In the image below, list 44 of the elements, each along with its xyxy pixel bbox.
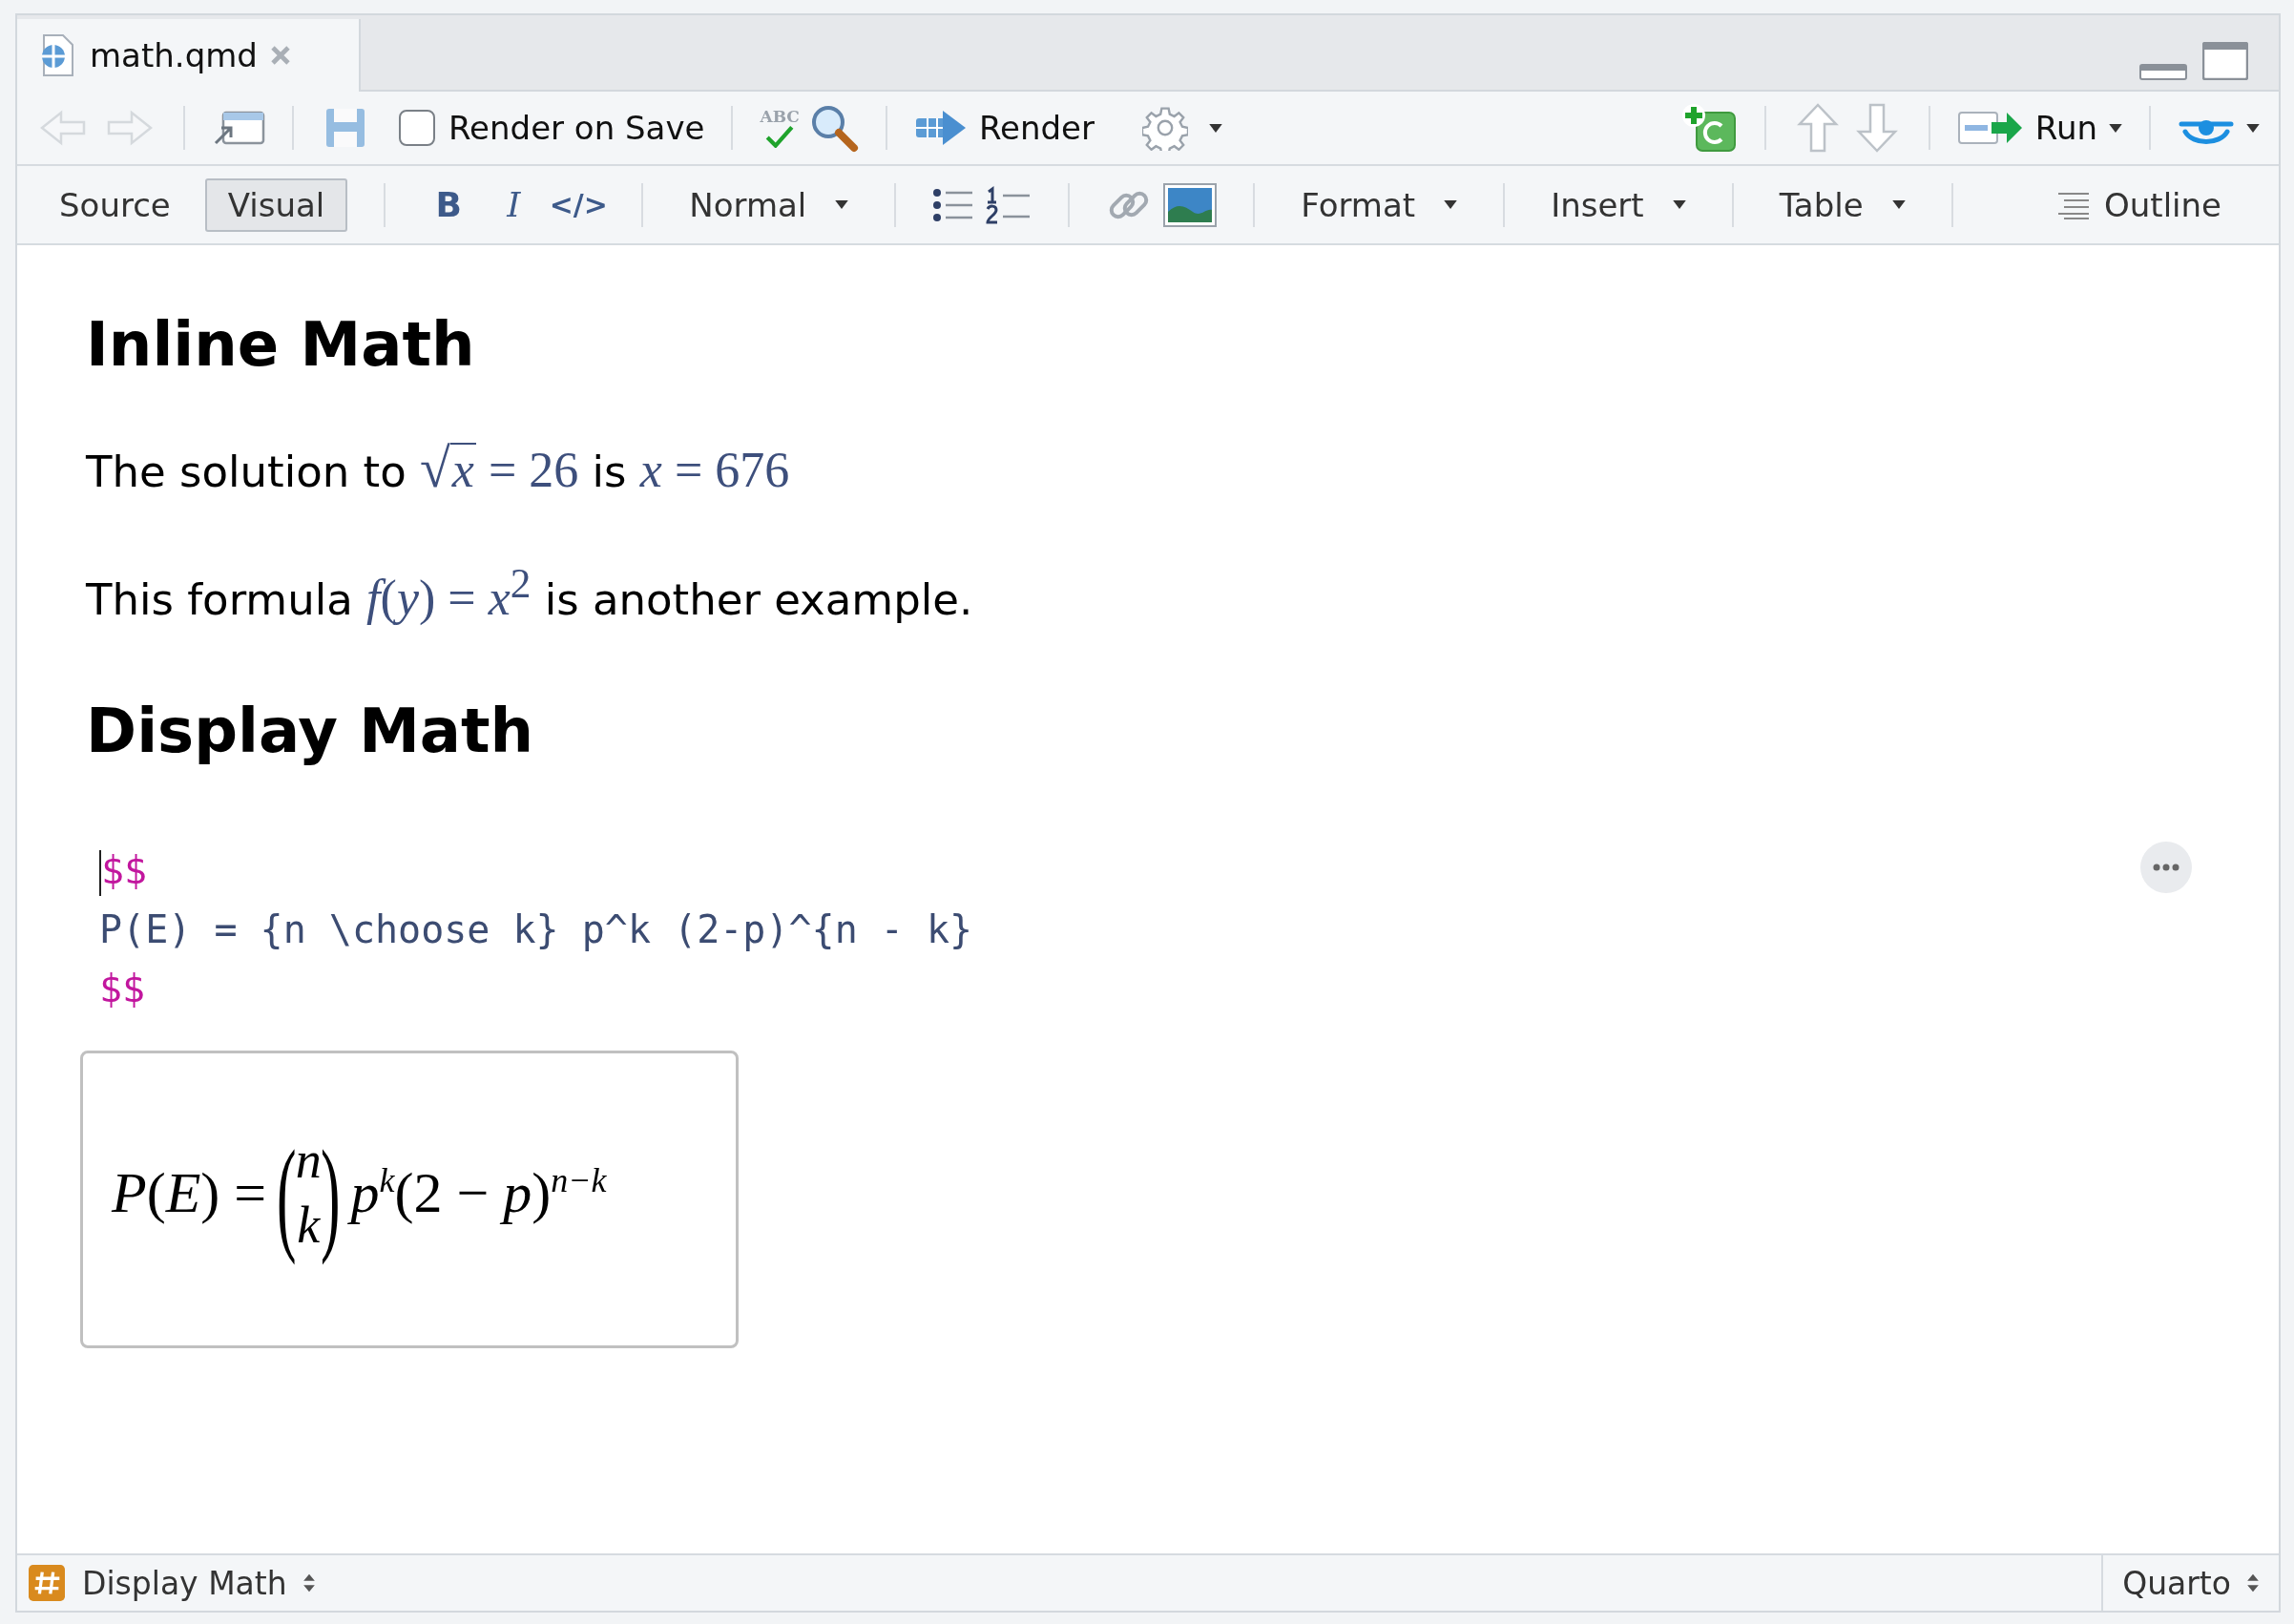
run-button[interactable]: Run — [1956, 109, 2122, 147]
section-heading: Inline Math — [86, 308, 476, 382]
block-style-dropdown[interactable]: Normal — [679, 185, 859, 224]
maximize-icon[interactable] — [2202, 42, 2248, 80]
menu-dropdown[interactable]: Insert — [1541, 185, 1696, 224]
caret-icon — [835, 200, 849, 209]
arrow-icon — [1956, 109, 2024, 147]
section-heading: Display Math — [86, 695, 535, 768]
code-button[interactable]: </> — [552, 188, 606, 221]
numbered-list-icon[interactable] — [986, 185, 1032, 224]
file-tab[interactable]: math.qmd — [17, 19, 361, 92]
image-icon[interactable] — [1163, 182, 1218, 227]
bold-button[interactable]: B — [422, 185, 476, 224]
caret-icon — [1891, 200, 1906, 209]
bullet-list-icon[interactable] — [932, 187, 975, 222]
close-icon[interactable] — [270, 46, 290, 65]
italic-button[interactable]: I — [487, 185, 541, 224]
more-icon[interactable] — [2139, 840, 2193, 894]
caret-icon — [2246, 123, 2260, 133]
paragraph: This formula f(y) = x$^{2}$ is another example. — [86, 559, 974, 628]
settings-button[interactable] — [1141, 105, 1222, 151]
paragraph: The solution to √x = 26 is x = 676 — [86, 435, 791, 501]
hash-icon — [29, 1565, 65, 1601]
caret-icon — [1672, 200, 1686, 209]
caret-icon — [1208, 123, 1222, 133]
popout-icon[interactable] — [212, 109, 265, 147]
render-button[interactable]: Render — [913, 109, 1095, 147]
arrow-icon — [913, 109, 968, 147]
caret-icon — [2109, 123, 2122, 133]
document-type-dropdown[interactable]: Quarto — [2101, 1555, 2279, 1611]
menu-dropdown[interactable]: Table — [1769, 185, 1915, 224]
caret-icon — [1444, 200, 1458, 209]
code-line: P(E) = {n \choose k} p^k (2-p)^{n - k} — [99, 906, 974, 953]
math-delimiter: $$ — [99, 965, 147, 1012]
section-dropdown[interactable]: Display Math — [82, 1564, 316, 1602]
lines-icon — [2056, 190, 2091, 219]
outline-button[interactable]: Outline — [2047, 185, 2231, 224]
render-on-save-checkbox[interactable]: Render on Save — [399, 109, 705, 147]
menu-dropdown[interactable]: Format — [1291, 185, 1468, 224]
sort-icon — [2246, 1572, 2260, 1594]
editor-mode-tab[interactable]: Visual — [204, 177, 348, 232]
sort-icon — [302, 1572, 316, 1594]
editor-mode-tab[interactable]: Source — [36, 177, 194, 232]
math-delimiter: $$ — [99, 840, 2210, 900]
